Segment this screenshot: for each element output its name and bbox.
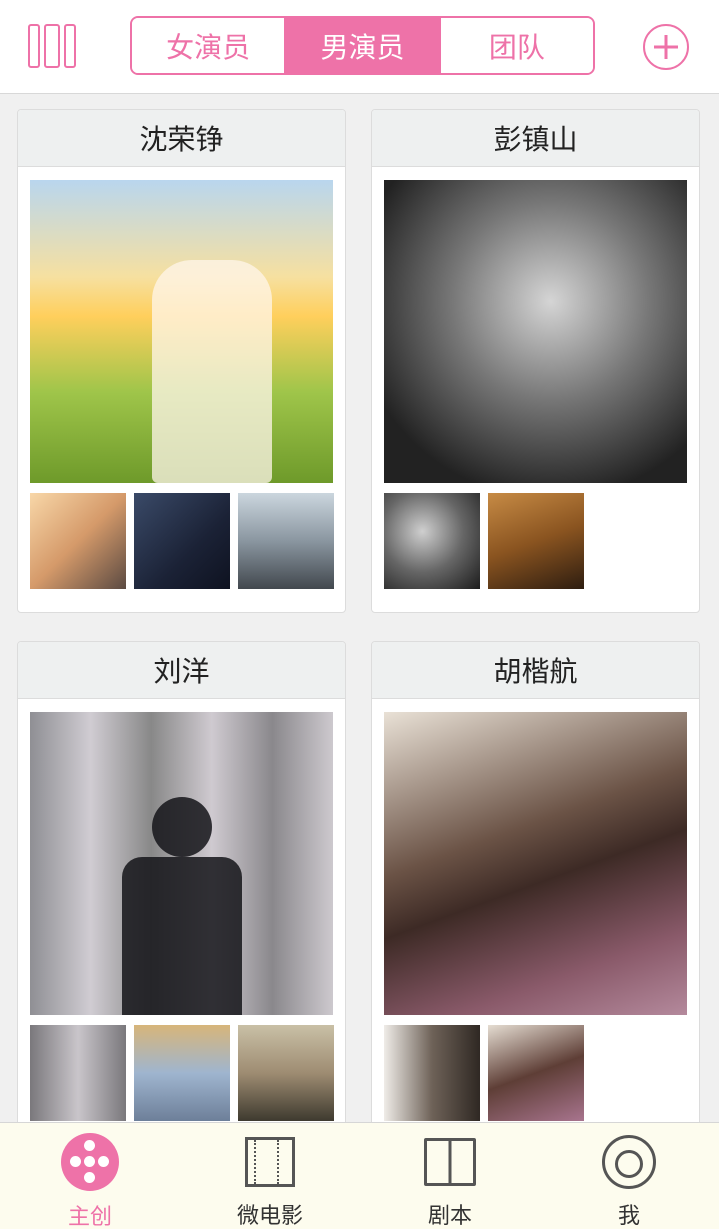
tab-actors[interactable]: 男演员 bbox=[284, 18, 439, 73]
actor-card[interactable]: 刘洋 bbox=[17, 641, 346, 1145]
tab-teams[interactable]: 团队 bbox=[438, 18, 593, 73]
actor-name: 胡楷航 bbox=[372, 642, 699, 699]
actor-card[interactable]: 沈荣铮 bbox=[17, 109, 346, 613]
photo-thumbnail[interactable] bbox=[238, 1025, 334, 1121]
photo-thumbnail[interactable] bbox=[384, 1025, 480, 1121]
actor-name: 沈荣铮 bbox=[18, 110, 345, 167]
top-bar: 女演员 男演员 团队 bbox=[0, 0, 719, 94]
photo-thumbnails bbox=[30, 493, 334, 589]
tab-me[interactable]: 我 bbox=[539, 1123, 719, 1229]
photo-thumbnail[interactable] bbox=[488, 1025, 584, 1121]
plus-circle-icon[interactable] bbox=[643, 24, 689, 70]
tab-label: 微电影 bbox=[236, 1204, 303, 1229]
columns-menu-icon[interactable] bbox=[28, 24, 80, 68]
tab-label: 我 bbox=[617, 1204, 640, 1229]
bottom-tab-bar: 主创 微电影 剧本 我 bbox=[0, 1122, 719, 1229]
photo-thumbnail[interactable] bbox=[30, 1025, 126, 1121]
actor-main-photo[interactable] bbox=[30, 712, 333, 1015]
film-reel-icon bbox=[61, 1133, 119, 1191]
photo-thumbnail[interactable] bbox=[134, 493, 230, 589]
tab-microfilm[interactable]: 微电影 bbox=[180, 1123, 360, 1229]
photo-thumbnails bbox=[384, 493, 584, 589]
tab-creators[interactable]: 主创 bbox=[0, 1123, 180, 1229]
photo-thumbnail[interactable] bbox=[238, 493, 334, 589]
actor-main-photo[interactable] bbox=[30, 180, 333, 483]
actor-name: 刘洋 bbox=[18, 642, 345, 699]
tab-label: 主创 bbox=[67, 1205, 112, 1229]
photo-thumbnail[interactable] bbox=[384, 493, 480, 589]
tab-scripts[interactable]: 剧本 bbox=[360, 1123, 540, 1229]
actor-main-photo[interactable] bbox=[384, 712, 687, 1015]
photo-thumbnail[interactable] bbox=[30, 493, 126, 589]
photo-thumbnails bbox=[384, 1025, 584, 1121]
actor-card[interactable]: 胡楷航 bbox=[371, 641, 700, 1145]
film-strip-icon bbox=[241, 1133, 299, 1190]
user-icon bbox=[600, 1133, 658, 1190]
tab-actresses[interactable]: 女演员 bbox=[132, 18, 285, 73]
book-icon bbox=[421, 1133, 479, 1190]
tab-label: 剧本 bbox=[427, 1204, 472, 1229]
photo-thumbnail[interactable] bbox=[134, 1025, 230, 1121]
actor-main-photo[interactable] bbox=[384, 180, 687, 483]
photo-thumbnail[interactable] bbox=[488, 493, 584, 589]
actor-card[interactable]: 彭镇山 bbox=[371, 109, 700, 613]
category-segmented-control: 女演员 男演员 团队 bbox=[130, 16, 595, 75]
photo-thumbnails bbox=[30, 1025, 334, 1121]
actor-name: 彭镇山 bbox=[372, 110, 699, 167]
